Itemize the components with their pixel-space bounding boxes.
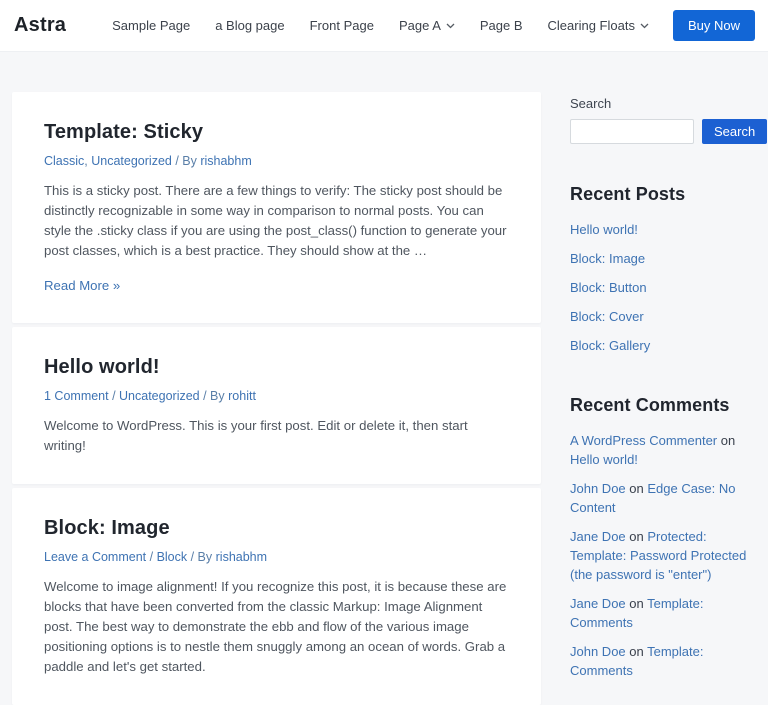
post-meta-link[interactable]: Uncategorized <box>119 389 200 403</box>
comment-author-link[interactable]: Jane Doe <box>570 529 626 544</box>
post-meta: Leave a Comment / Block / By rishabhm <box>44 550 509 564</box>
recent-post-item: Block: Cover <box>570 307 755 326</box>
recent-comment-item: A WordPress Commenter on Hello world! <box>570 431 755 469</box>
recent-post-link[interactable]: Block: Gallery <box>570 338 650 353</box>
sidebar: Search Search Recent Posts Hello world! B… <box>570 92 768 690</box>
post-meta-link[interactable]: Leave a Comment <box>44 550 146 564</box>
search-widget: Search Search <box>570 96 768 144</box>
recent-post-item: Block: Gallery <box>570 336 755 355</box>
comment-connector: on <box>717 433 736 448</box>
recent-post-link[interactable]: Block: Image <box>570 251 645 266</box>
post-meta-separator: / <box>108 389 120 403</box>
recent-comments-widget: Recent Comments A WordPress Commenter on… <box>570 395 755 680</box>
comment-author-link[interactable]: Jane Doe <box>570 596 626 611</box>
post-card: Template: Sticky Classic, Uncategorized /… <box>12 92 541 323</box>
comment-author-link[interactable]: John Doe <box>570 481 626 496</box>
post-excerpt: Welcome to WordPress. This is your first… <box>44 418 468 453</box>
chevron-down-icon <box>446 23 455 29</box>
post-meta-separator: / By <box>187 550 216 564</box>
recent-comment-item: Jane Doe on Protected: Template: Passwor… <box>570 527 755 584</box>
post-meta-link[interactable]: rishabhm <box>200 154 251 168</box>
recent-post-link[interactable]: Hello world! <box>570 222 638 237</box>
recent-post-item: Block: Image <box>570 249 755 268</box>
comment-connector: on <box>625 596 648 611</box>
recent-post-link[interactable]: Block: Button <box>570 280 647 295</box>
post-meta-link[interactable]: Uncategorized <box>91 154 172 168</box>
post-meta-link[interactable]: rishabhm <box>216 550 267 564</box>
chevron-down-icon <box>640 23 649 29</box>
recent-post-link[interactable]: Block: Cover <box>570 309 644 324</box>
recent-post-item: Block: Button <box>570 278 755 297</box>
comment-connector: on <box>625 529 648 544</box>
nav-item-clearing-floats[interactable]: Clearing Floats <box>548 18 649 33</box>
recent-comments-title: Recent Comments <box>570 395 730 415</box>
recent-posts-widget: Recent Posts Hello world! Block: Image Blo… <box>570 184 755 355</box>
recent-posts-title: Recent Posts <box>570 184 686 204</box>
site-header: Astra Sample Page a Blog page Front Page Pa… <box>0 0 768 52</box>
search-button[interactable]: Search <box>702 119 768 144</box>
main-nav: Sample Page a Blog page Front Page Page A Pa… <box>112 18 649 33</box>
post-meta-separator: / <box>146 550 157 564</box>
post-meta-link[interactable]: rohitt <box>228 389 256 403</box>
post-meta-link[interactable]: 1 Comment <box>44 389 109 403</box>
recent-comment-item: John Doe on Template: Comments <box>570 642 755 680</box>
post-meta-link[interactable]: Classic <box>44 154 84 168</box>
post-card: Hello world! 1 Comment / Uncategorized / … <box>12 327 541 484</box>
recent-comment-item: Jane Doe on Template: Comments <box>570 594 755 632</box>
site-logo[interactable]: Astra <box>14 14 66 37</box>
recent-post-item: Hello world! <box>570 220 755 239</box>
search-widget-title: Search <box>570 96 612 111</box>
post-excerpt: This is a sticky post. There are a few t… <box>44 183 507 258</box>
search-input[interactable] <box>570 119 694 144</box>
comment-author-link[interactable]: John Doe <box>570 644 626 659</box>
nav-item-sample-page[interactable]: Sample Page <box>112 18 190 33</box>
post-excerpt: Welcome to image alignment! If you recog… <box>44 579 507 674</box>
post-card: Block: Image Leave a Comment / Block / By… <box>12 488 541 705</box>
post-title[interactable]: Hello world! <box>44 356 509 379</box>
post-title[interactable]: Template: Sticky <box>44 121 509 144</box>
post-meta-link[interactable]: Block <box>157 550 188 564</box>
recent-comments-list: A WordPress Commenter on Hello world! Joh… <box>570 431 755 680</box>
comment-connector: on <box>625 644 648 659</box>
post-meta-separator: / By <box>199 389 229 403</box>
post-meta-separator: / By <box>171 154 201 168</box>
recent-comment-item: John Doe on Edge Case: No Content <box>570 479 755 517</box>
nav-item-page-a[interactable]: Page A <box>399 18 455 33</box>
post-meta: 1 Comment / Uncategorized / By rohitt <box>44 389 509 403</box>
page-content: Template: Sticky Classic, Uncategorized /… <box>0 52 768 705</box>
posts-column: Template: Sticky Classic, Uncategorized /… <box>12 92 541 705</box>
comment-author-link[interactable]: A WordPress Commenter <box>570 433 717 448</box>
post-title[interactable]: Block: Image <box>44 517 509 540</box>
post-meta: Classic, Uncategorized / By rishabhm <box>44 154 509 168</box>
nav-item-front-page[interactable]: Front Page <box>310 18 374 33</box>
nav-item-a-blog-page[interactable]: a Blog page <box>215 18 284 33</box>
recent-posts-list: Hello world! Block: Image Block: Button Blo… <box>570 220 755 355</box>
read-more-link[interactable]: Read More » <box>44 278 120 293</box>
comment-post-link[interactable]: Hello world! <box>570 452 638 467</box>
comment-connector: on <box>625 481 648 496</box>
buy-now-button[interactable]: Buy Now <box>672 10 755 41</box>
nav-item-page-b[interactable]: Page B <box>480 18 523 33</box>
